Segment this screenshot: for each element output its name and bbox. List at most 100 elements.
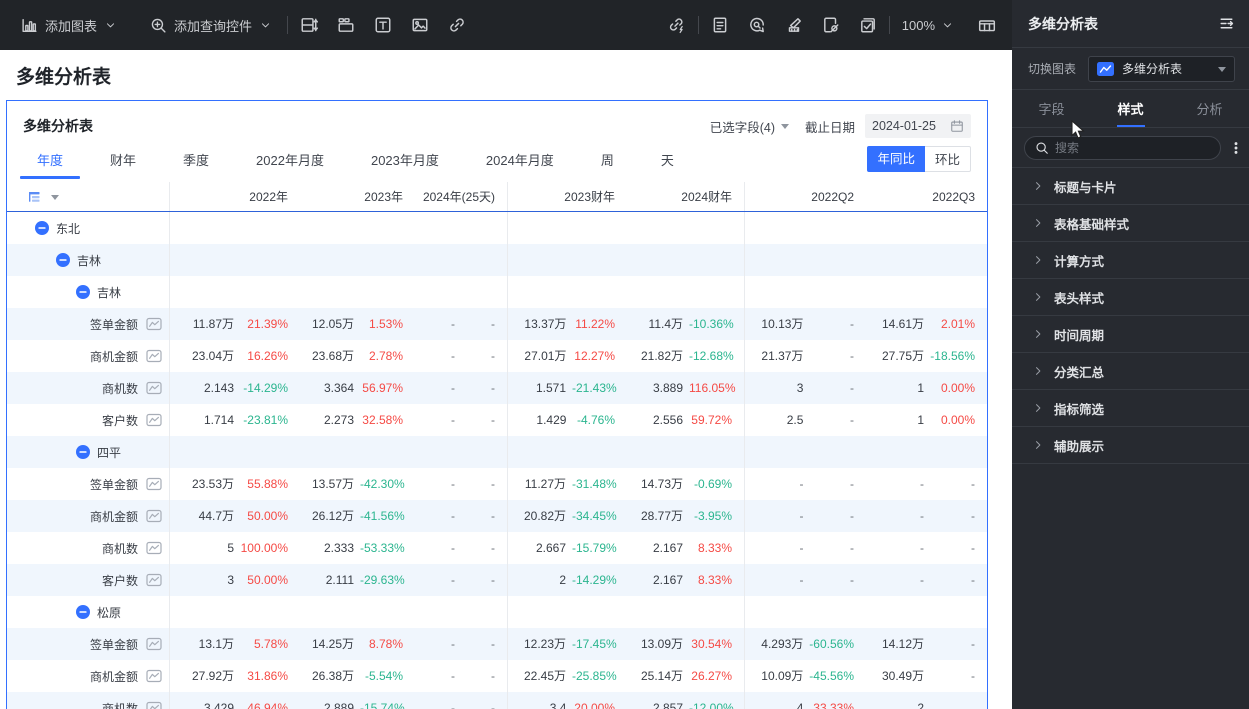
panel-tab-字段[interactable]: 字段 [1012, 90, 1091, 127]
collapse-minus-icon[interactable] [76, 605, 90, 619]
line-chart-icon[interactable] [146, 541, 162, 555]
table-group-row: 四平 [7, 436, 987, 468]
cell-value: 3.429 [203, 701, 234, 709]
line-chart-icon[interactable] [146, 509, 162, 523]
collapse-minus-icon[interactable] [76, 285, 90, 299]
panel-section-表头样式[interactable]: 表头样式 [1012, 279, 1249, 316]
column-header[interactable]: 2022Q3 [866, 182, 987, 211]
panel-section-分类汇总[interactable]: 分类汇总 [1012, 353, 1249, 390]
notes-icon[interactable] [711, 16, 729, 34]
column-header[interactable]: 2024年(25天) [415, 182, 507, 211]
selected-fields-dropdown[interactable]: 已选字段(4) [710, 117, 789, 136]
cell-percent: 31.86% [247, 669, 288, 683]
line-chart-icon[interactable] [146, 573, 162, 587]
period-tab-周[interactable]: 周 [601, 140, 614, 179]
collapse-minus-icon[interactable] [56, 253, 70, 267]
period-tab-天[interactable]: 天 [661, 140, 674, 179]
collapse-minus-icon[interactable] [35, 221, 49, 235]
cell-value: 11.27万 [524, 477, 566, 491]
row-header-cell: 签单金额 [7, 308, 170, 340]
line-chart-icon[interactable] [146, 701, 162, 709]
period-tab-2024年月度[interactable]: 2024年月度 [486, 140, 554, 179]
hide-data-icon[interactable] [822, 16, 840, 34]
column-header[interactable]: 2022Q2 [744, 182, 866, 211]
cell-value: 2.143 [203, 381, 234, 395]
line-chart-icon[interactable] [146, 637, 162, 651]
column-header[interactable]: 2022年 [170, 182, 300, 211]
data-cell: 3.429 46.94% [170, 692, 300, 709]
data-cell: 4 33.33% [744, 692, 866, 709]
panel-tab-样式[interactable]: 样式 [1091, 90, 1170, 127]
toggle-mom[interactable]: 环比 [924, 146, 971, 172]
data-cell: 2.167 8.33% [627, 564, 744, 596]
chevron-right-icon [1032, 291, 1044, 303]
add-query-control-button[interactable]: 添加查询控件 [145, 10, 275, 41]
card-icon[interactable] [337, 16, 355, 34]
keyboard-icon[interactable] [978, 16, 996, 34]
panel-section-表格基础样式[interactable]: 表格基础样式 [1012, 205, 1249, 242]
period-tab-年度[interactable]: 年度 [37, 140, 63, 179]
text-icon[interactable] [374, 16, 392, 34]
kebab-menu-icon[interactable] [1229, 140, 1243, 156]
tree-structure-icon[interactable] [28, 190, 42, 204]
panel-section-指标筛选[interactable]: 指标筛选 [1012, 390, 1249, 427]
panel-section-label: 标题与卡片 [1054, 180, 1117, 195]
line-chart-icon[interactable] [146, 381, 162, 395]
line-chart-icon[interactable] [146, 349, 162, 363]
line-chart-icon[interactable] [146, 317, 162, 331]
table-corner-cell[interactable] [7, 182, 170, 211]
cell-percent: - [850, 509, 854, 523]
cell-value: 26.12万 [311, 509, 354, 523]
panel-section-辅助展示[interactable]: 辅助展示 [1012, 427, 1249, 464]
panel-section-计算方式[interactable]: 计算方式 [1012, 242, 1249, 279]
format-brush-icon[interactable] [785, 16, 803, 34]
link-icon[interactable] [448, 16, 466, 34]
group-label: 东北 [56, 221, 81, 236]
collapse-minus-icon[interactable] [76, 445, 90, 459]
cell-value: 26.38万 [311, 669, 354, 683]
collapse-panel-icon[interactable] [1217, 15, 1235, 33]
zoom-level-dropdown[interactable]: 100% [902, 16, 953, 34]
cell-percent: - [971, 509, 975, 523]
period-tab-2023年月度[interactable]: 2023年月度 [371, 140, 439, 179]
column-header[interactable]: 2024财年 [627, 182, 744, 211]
comment-search-icon[interactable] [748, 16, 766, 34]
data-cell: -- [744, 532, 866, 564]
line-chart-icon[interactable] [146, 413, 162, 427]
line-chart-icon[interactable] [146, 669, 162, 683]
period-tab-季度[interactable]: 季度 [183, 140, 209, 179]
deadline-date-input[interactable]: 2024-01-25 [865, 114, 971, 138]
panel-section-标题与卡片[interactable]: 标题与卡片 [1012, 168, 1249, 205]
linkage-icon[interactable] [668, 16, 686, 34]
data-cell: 26.12万 -41.56% [300, 500, 415, 532]
toggle-yoy[interactable]: 年同比 [867, 146, 925, 172]
period-tab-财年[interactable]: 财年 [110, 140, 136, 179]
period-tab-2022年月度[interactable]: 2022年月度 [256, 140, 324, 179]
cell-percent: - [491, 381, 495, 395]
metric-label: 商机数 [101, 701, 138, 709]
cell-percent: 30.54% [691, 637, 732, 651]
cell-value: - [451, 669, 455, 683]
cell-value: 14.73万 [640, 477, 683, 491]
column-header[interactable]: 2023年 [300, 182, 415, 211]
table-metric-row: 商机数 3.429 46.94% 2.889 -15.74% - -3.4 20.00% 2.8… [7, 692, 987, 709]
search-input[interactable] [1055, 140, 1210, 155]
add-chart-button[interactable]: 添加图表 [16, 10, 120, 41]
line-chart-icon[interactable] [146, 477, 162, 491]
column-header[interactable]: 2023财年 [507, 182, 627, 211]
image-icon[interactable] [411, 16, 429, 34]
cell-value: 13.09万 [640, 637, 683, 651]
panel-section-label: 表头样式 [1054, 291, 1105, 306]
cell-value: 11.87万 [192, 317, 234, 331]
todo-icon[interactable] [859, 16, 877, 34]
chart-type-dropdown[interactable]: 多维分析表 [1088, 55, 1235, 82]
data-cell [415, 244, 507, 276]
row-header-cell: 客户数 [7, 404, 170, 436]
cell-value: 4.293万 [761, 637, 804, 651]
panel-section-时间周期[interactable]: 时间周期 [1012, 316, 1249, 353]
component-icon[interactable] [300, 16, 319, 34]
pivot-table-widget[interactable]: 多维分析表 已选字段(4) 截止日期 2024-01-25 年度 财年 季度 2022… [6, 100, 988, 709]
data-cell: -- [415, 628, 507, 660]
panel-tab-分析[interactable]: 分析 [1170, 90, 1249, 127]
cell-percent: 100.00% [240, 541, 288, 555]
